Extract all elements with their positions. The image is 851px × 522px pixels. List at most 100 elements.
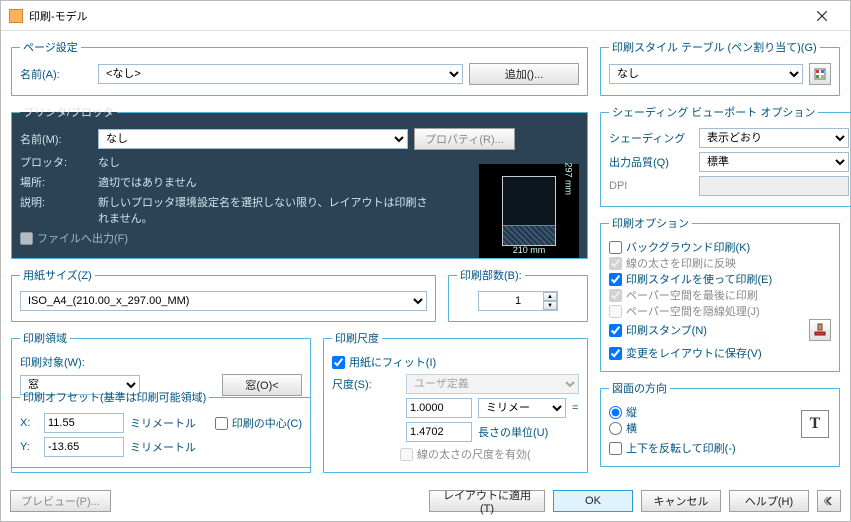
- orientation-group: 図面の方向 縦 横 上下を反転して印刷(-) T: [600, 380, 840, 467]
- style-table-legend: 印刷スタイル テーブル (ペン割り当て)(G): [609, 39, 820, 55]
- orientation-icon: T: [801, 410, 829, 438]
- help-button[interactable]: ヘルプ(H): [729, 490, 809, 512]
- style-table-group: 印刷スタイル テーブル (ペン割り当て)(G) なし: [600, 39, 840, 96]
- paper-size-legend: 用紙サイズ(Z): [20, 267, 95, 283]
- copies-spinner[interactable]: ▲▼: [543, 292, 557, 310]
- expand-button[interactable]: [817, 490, 841, 512]
- plotter-value: なし: [98, 154, 120, 170]
- opt-pslast-checkbox: [609, 289, 622, 302]
- preview-width: 210 mm: [480, 245, 578, 255]
- landscape-radio[interactable]: [609, 422, 622, 435]
- offset-y-unit: ミリメートル: [130, 439, 196, 455]
- equals-label: =: [572, 402, 578, 414]
- opt-pshidden-label: ペーパー空間を隠線処理(J): [626, 303, 760, 319]
- page-setup-legend: ページ設定: [20, 39, 81, 55]
- offset-x-input[interactable]: [44, 413, 124, 433]
- printer-name-label: 名前(M):: [20, 131, 92, 147]
- dpi-label: DPI: [609, 180, 693, 192]
- shade-label: シェーディング: [609, 130, 693, 146]
- printer-group: プリンタ/プロッタ 名前(M): なし プロパティ(R)... プロッタ: なし…: [11, 104, 588, 259]
- print-scale-legend: 印刷尺度: [332, 330, 382, 346]
- paper-preview: 297 mm 210 mm: [479, 164, 579, 258]
- style-table-select[interactable]: なし: [609, 64, 803, 84]
- opt-pslast-label: ペーパー空間を最後に印刷: [626, 287, 758, 303]
- copies-legend: 印刷部数(B):: [457, 267, 525, 283]
- to-file-checkbox: [20, 232, 33, 245]
- printer-legend: プリンタ/プロッタ: [20, 104, 117, 120]
- scale-den-input[interactable]: [406, 422, 472, 442]
- style-edit-button[interactable]: [809, 63, 831, 85]
- landscape-label: 横: [626, 420, 637, 436]
- offset-x-unit: ミリメートル: [130, 415, 196, 431]
- opt-linew-checkbox: [609, 257, 622, 270]
- ok-button[interactable]: OK: [553, 490, 633, 512]
- printer-name-select[interactable]: なし: [98, 129, 408, 149]
- opt-background-label: バックグラウンド印刷(K): [626, 239, 750, 255]
- offset-y-label: Y:: [20, 441, 38, 453]
- apply-layout-button[interactable]: レイアウトに適用(T): [429, 490, 545, 512]
- print-scale-group: 印刷尺度 用紙にフィット(I) 尺度(S): ユーザ定義 ミリメートル: [323, 330, 588, 473]
- print-options-legend: 印刷オプション: [609, 215, 692, 231]
- scale-label: 尺度(S):: [332, 376, 400, 392]
- opt-styles-label: 印刷スタイルを使って印刷(E): [626, 271, 772, 287]
- paper-size-select[interactable]: ISO_A4_(210.00_x_297.00_MM): [20, 291, 427, 311]
- upside-label: 上下を反転して印刷(-): [626, 440, 736, 456]
- cancel-button[interactable]: キャンセル: [641, 490, 721, 512]
- opt-styles-checkbox[interactable]: [609, 273, 622, 286]
- desc-label: 説明:: [20, 194, 92, 210]
- add-page-setup-button[interactable]: 追加()...: [469, 63, 579, 85]
- upside-checkbox[interactable]: [609, 442, 622, 455]
- paper-size-group: 用紙サイズ(Z) ISO_A4_(210.00_x_297.00_MM): [11, 267, 436, 322]
- center-plot-checkbox[interactable]: [215, 417, 228, 430]
- offset-y-input[interactable]: [44, 437, 124, 457]
- fit-to-paper-label: 用紙にフィット(I): [349, 354, 436, 370]
- center-plot-label: 印刷の中心(C): [232, 415, 302, 431]
- to-file-label: ファイルへ出力(F): [37, 230, 128, 246]
- quality-label: 出力品質(Q): [609, 154, 693, 170]
- orientation-legend: 図面の方向: [609, 380, 670, 396]
- print-area-legend: 印刷領域: [20, 330, 70, 346]
- app-icon: [9, 9, 23, 23]
- portrait-label: 縦: [626, 404, 637, 420]
- opt-linew-label: 線の太さを印刷に反映: [626, 255, 736, 271]
- opt-save-label: 変更をレイアウトに保存(V): [626, 345, 762, 361]
- fit-to-paper-checkbox[interactable]: [332, 356, 345, 369]
- print-offset-legend: 印刷オフセット(基準は印刷可能領域): [20, 389, 209, 405]
- preview-height: 297 mm: [564, 162, 574, 195]
- length-unit-label: 長さの単位(U): [478, 424, 548, 440]
- scale-unit-select[interactable]: ミリメートル: [478, 398, 566, 418]
- print-target-label: 印刷対象(W):: [20, 354, 85, 370]
- opt-save-checkbox[interactable]: [609, 347, 622, 360]
- offset-x-label: X:: [20, 417, 38, 429]
- preview-button: プレビュー(P)...: [10, 490, 111, 512]
- print-options-group: 印刷オプション バックグラウンド印刷(K) 線の太さを印刷に反映 印刷スタイルを…: [600, 215, 840, 372]
- close-button[interactable]: [802, 2, 842, 30]
- opt-stamp-label: 印刷スタンプ(N): [626, 322, 707, 338]
- shading-legend: シェーディング ビューポート オプション: [609, 104, 818, 120]
- lw-scale-label: 線の太さの尺度を有効(: [417, 446, 531, 462]
- close-icon: [817, 11, 827, 21]
- print-offset-group: 印刷オフセット(基準は印刷可能領域) X: ミリメートル 印刷の中心(C) Y:…: [11, 389, 311, 468]
- page-name-select[interactable]: <なし>: [98, 64, 463, 84]
- desc-value: 新しいプロッタ環境設定名を選択しない限り、レイアウトは印刷されません。: [98, 194, 428, 226]
- shade-select[interactable]: 表示どおり: [699, 128, 849, 148]
- copies-group: 印刷部数(B): ▲▼: [448, 267, 588, 322]
- page-name-label: 名前(A):: [20, 66, 92, 82]
- opt-stamp-checkbox[interactable]: [609, 324, 622, 337]
- scale-num-input[interactable]: [406, 398, 472, 418]
- titlebar: 印刷-モデル: [1, 1, 850, 31]
- location-value: 適切ではありません: [98, 174, 197, 190]
- shading-group: シェーディング ビューポート オプション シェーディング 表示どおり 出力品質(…: [600, 104, 851, 207]
- stamp-icon: [814, 323, 826, 337]
- opt-pshidden-checkbox: [609, 305, 622, 318]
- stamp-settings-button[interactable]: [809, 319, 831, 341]
- window-title: 印刷-モデル: [29, 8, 802, 24]
- printer-properties-button: プロパティ(R)...: [414, 128, 515, 150]
- portrait-radio[interactable]: [609, 406, 622, 419]
- lw-scale-checkbox: [400, 448, 413, 461]
- chevron-left-icon: [824, 496, 834, 506]
- page-setup-group: ページ設定 名前(A): <なし> 追加()...: [11, 39, 588, 96]
- quality-select[interactable]: 標準: [699, 152, 849, 172]
- palette-icon: [814, 68, 826, 80]
- opt-background-checkbox[interactable]: [609, 241, 622, 254]
